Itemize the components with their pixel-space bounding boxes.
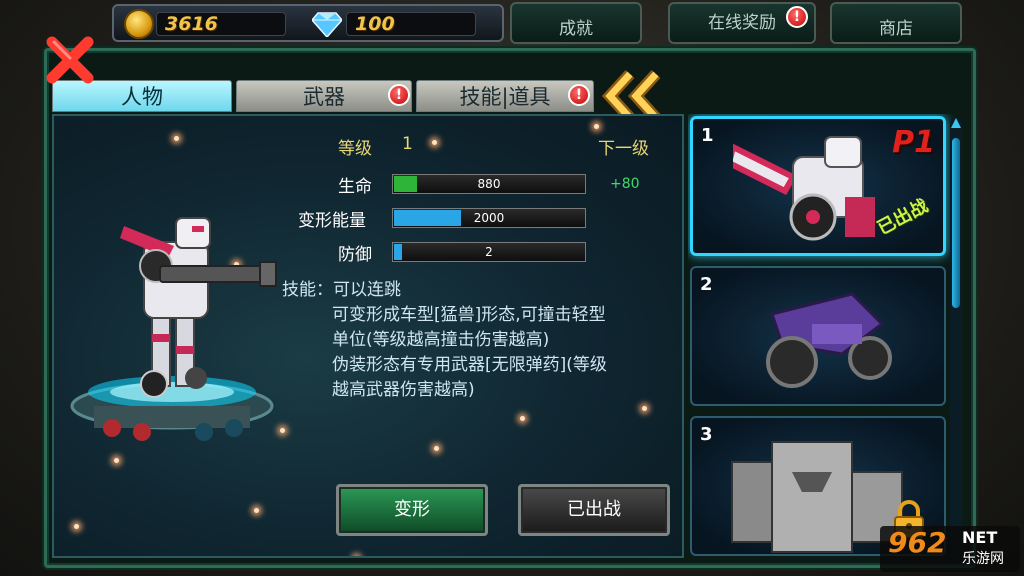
next-level-label: 下一级 [598,139,649,159]
card-number: 3 [700,424,713,445]
robot-character-image [70,217,277,441]
robot-2-thumbnail [766,292,892,388]
site-watermark: 962 NET 乐游网 [880,526,1020,572]
tab-weapon-label: 武器 [303,85,345,109]
hp-bar: 880 [392,174,586,194]
tab-weapon[interactable]: 武器 [236,80,412,112]
spark [254,508,259,513]
player-1-tag: P1 [892,125,935,160]
character-list: 1 P1 已出战 2 3 [688,114,968,558]
transform-energy-bar: 2000 [392,208,586,228]
hp-label: 生命 [338,177,372,197]
achievements-button[interactable]: 成就 [510,2,642,44]
transform-energy-label: 变形能量 [298,211,366,231]
defense-label: 防御 [338,245,372,265]
online-reward-label: 在线奖励 [708,13,776,33]
level-label: 等级 [338,139,372,159]
transform-button[interactable]: 变形 [336,484,488,536]
skill-line: 技能：可以连跳 [282,280,401,300]
transform-energy-value: 2000 [473,211,505,225]
coin-counter: 3616 [156,12,286,36]
weapon-alert-icon: ! [388,84,410,106]
skills-alert-icon: ! [568,84,590,106]
skill-line: 可变形成车型[猛兽]形态,可撞击轻型 [332,305,606,325]
character-stats-panel: 等级 1 下一级 生命 880 +80 变形能量 2000 防御 2 技能：可以… [52,114,684,558]
top-bar: 3616 100 成就 在线奖励 ! 商店 [0,0,1024,46]
spark [432,140,437,145]
skill-line: 越高武器伤害越高) [332,380,475,400]
list-scrollbar[interactable] [950,118,962,554]
spark [114,458,119,463]
character-card-1[interactable]: 1 P1 已出战 [690,116,946,256]
spark [354,556,359,558]
diamond-icon [312,12,342,37]
character-card-2[interactable]: 2 [690,266,946,406]
defense-value: 2 [485,245,493,259]
defense-bar: 2 [392,242,586,262]
scroll-up-icon[interactable] [951,118,961,128]
spark [434,446,439,451]
gem-counter: 100 [346,12,476,36]
deployed-button[interactable]: 已出战 [518,484,670,536]
watermark-domain: NET [962,528,998,547]
tab-skills-label: 技能|道具 [459,85,551,109]
watermark-site: 乐游网 [962,551,1004,567]
spark [642,406,647,411]
online-reward-alert-icon: ! [786,6,808,28]
coin-icon [124,9,154,39]
close-icon[interactable] [40,30,100,90]
spark [594,124,599,129]
spark [520,416,525,421]
resource-panel: 3616 100 [112,4,504,42]
hp-bonus: +80 [610,176,640,192]
spark [74,524,79,529]
skill-line: 单位(等级越高撞击伤害越高) [332,330,550,350]
card-number: 1 [701,125,714,146]
hp-value: 880 [477,177,501,191]
robot-1-thumbnail [733,136,875,241]
skill-line: 伪装形态有专用武器[无限弹药](等级 [332,355,607,375]
shop-button[interactable]: 商店 [830,2,962,44]
scrollbar-thumb[interactable] [952,138,960,308]
watermark-number: 962 [888,526,947,559]
card-number: 2 [700,274,713,295]
skill-description: 技能：可以连跳 可变形成车型[猛兽]形态,可撞击轻型 单位(等级越高撞击伤害越高… [282,278,682,403]
level-value: 1 [402,134,413,154]
spark [174,136,179,141]
